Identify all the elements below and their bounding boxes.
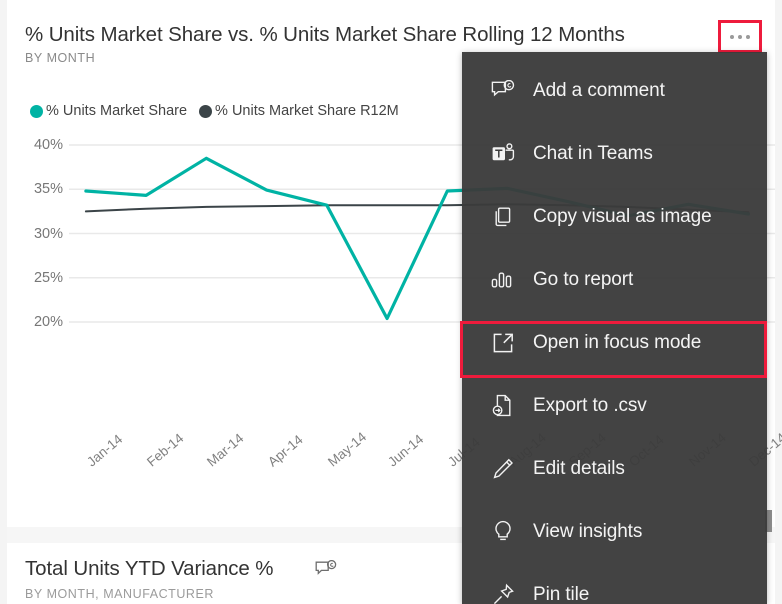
- menu-item-chat-in-teams[interactable]: Chat in Teams: [462, 122, 767, 185]
- pencil-icon: [490, 456, 516, 482]
- y-axis-tick-label: 25%: [34, 270, 63, 286]
- lightbulb-icon: [490, 519, 516, 545]
- teams-icon: [490, 141, 516, 167]
- chart-legend: % Units Market Share % Units Market Shar…: [30, 103, 399, 119]
- menu-item-view-insights[interactable]: View insights: [462, 500, 767, 563]
- menu-item-label: Edit details: [533, 458, 625, 480]
- y-axis-tick-label: 35%: [34, 181, 63, 197]
- menu-item-label: Copy visual as image: [533, 206, 712, 228]
- page-title: % Units Market Share vs. % Units Market …: [25, 22, 715, 48]
- legend-swatch-icon: [199, 105, 212, 118]
- tile2-subtitle: BY MONTH, MANUFACTURER: [25, 587, 214, 601]
- legend-label: % Units Market Share R12M: [215, 103, 399, 119]
- menu-item-go-to-report[interactable]: Go to report: [462, 248, 767, 311]
- menu-item-label: Pin tile: [533, 584, 589, 604]
- ellipsis-horizontal-icon: [730, 35, 750, 39]
- menu-item-label: Add a comment: [533, 80, 665, 102]
- menu-item-copy-visual-as-image[interactable]: Copy visual as image: [462, 185, 767, 248]
- menu-item-pin-tile[interactable]: Pin tile: [462, 563, 767, 604]
- legend-swatch-icon: [30, 105, 43, 118]
- more-options-button[interactable]: [718, 20, 762, 53]
- legend-label: % Units Market Share: [46, 103, 187, 119]
- bar-chart-icon: [490, 267, 516, 293]
- menu-item-edit-details[interactable]: Edit details: [462, 437, 767, 500]
- copy-icon: [490, 204, 516, 230]
- comment-at-icon: [490, 78, 516, 104]
- menu-item-label: View insights: [533, 521, 642, 543]
- menu-item-add-comment[interactable]: Add a comment: [462, 59, 767, 122]
- y-axis-tick-label: 20%: [34, 314, 63, 330]
- tile2-title: Total Units YTD Variance %: [25, 557, 273, 581]
- y-axis: 40% 35% 30% 25% 20%: [7, 130, 69, 470]
- menu-item-open-in-focus-mode[interactable]: Open in focus mode: [462, 311, 767, 374]
- export-file-icon: [490, 393, 516, 419]
- comment-bubble-icon[interactable]: [315, 560, 337, 585]
- menu-item-export-to-csv[interactable]: Export to .csv: [462, 374, 767, 437]
- y-axis-tick-label: 40%: [34, 137, 63, 153]
- menu-item-label: Go to report: [533, 269, 633, 291]
- pin-icon: [490, 582, 516, 604]
- legend-item[interactable]: % Units Market Share: [30, 103, 187, 119]
- menu-item-label: Export to .csv: [533, 395, 647, 417]
- y-axis-tick-label: 30%: [34, 226, 63, 242]
- menu-item-label: Chat in Teams: [533, 143, 653, 165]
- legend-item[interactable]: % Units Market Share R12M: [199, 103, 399, 119]
- focus-mode-icon: [490, 330, 516, 356]
- context-menu[interactable]: Add a comment Chat in Teams Copy visual …: [462, 52, 767, 604]
- menu-item-label: Open in focus mode: [533, 332, 701, 354]
